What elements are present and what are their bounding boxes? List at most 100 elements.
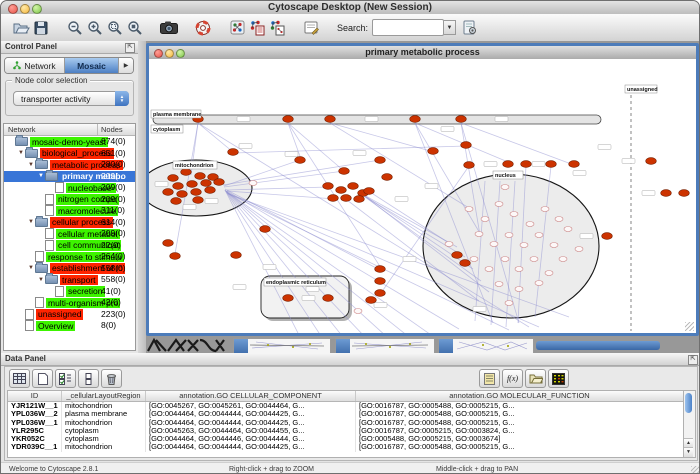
node[interactable] — [354, 309, 362, 314]
node[interactable] — [485, 267, 493, 272]
node[interactable] — [550, 243, 558, 248]
node[interactable] — [382, 174, 393, 181]
node[interactable] — [541, 207, 549, 212]
node[interactable] — [339, 168, 350, 175]
table-cell[interactable]: YPL036W__1 — [8, 419, 62, 427]
tree-expand-icon[interactable]: ▼ — [27, 265, 35, 271]
node[interactable] — [661, 190, 672, 197]
node[interactable] — [201, 180, 212, 187]
node[interactable] — [177, 191, 188, 198]
node[interactable] — [375, 278, 386, 285]
table-cell[interactable]: [GO:0016787, GO:0005215, GO:0003824, G..… — [356, 427, 684, 435]
tree-row[interactable]: cell communicat22(0) — [4, 240, 135, 252]
table-row[interactable]: YLR295Ccytoplasm[GO:0045263, GO:0044464,… — [8, 427, 684, 435]
node[interactable] — [526, 222, 534, 227]
table-cell[interactable]: cytoplasm — [62, 435, 146, 443]
table-row[interactable]: YPL036W__1mitochondrion[GO:0044464, GO:0… — [8, 419, 684, 427]
node[interactable] — [464, 162, 475, 169]
table-cell[interactable]: plasma membrane — [62, 410, 146, 418]
tree-row[interactable]: multi-organism pro42(0) — [4, 297, 135, 309]
node[interactable] — [461, 142, 472, 149]
new-attribute-icon[interactable] — [32, 369, 53, 388]
table-cell[interactable]: YPL036W__2 — [8, 410, 62, 418]
node[interactable] — [452, 252, 463, 259]
node[interactable] — [495, 282, 503, 287]
search-dropdown-icon[interactable]: ▼ — [444, 20, 456, 35]
select-attributes-icon[interactable] — [55, 369, 76, 388]
tree-row[interactable]: Overview8(0) — [4, 320, 135, 332]
node[interactable] — [575, 247, 583, 252]
table-cell[interactable]: [GO:0044464, GO:0044446, GO:0044444, G..… — [146, 435, 356, 443]
tree-expand-icon[interactable]: ▼ — [27, 162, 35, 168]
tab-network[interactable]: Network — [5, 58, 65, 73]
node[interactable] — [375, 157, 386, 164]
node[interactable] — [163, 240, 174, 247]
unselect-attributes-icon[interactable] — [78, 369, 99, 388]
node[interactable] — [191, 189, 202, 196]
node[interactable] — [501, 257, 509, 262]
node[interactable] — [490, 242, 498, 247]
table-cell[interactable]: YJR121W__1 — [8, 402, 62, 410]
tree-row[interactable]: ▼transport558(0) — [4, 274, 135, 286]
zoom-in-icon[interactable] — [85, 18, 105, 38]
node[interactable] — [456, 116, 467, 123]
node[interactable] — [336, 187, 347, 194]
table-cell[interactable]: [GO:0044464, GO:0044444, GO:0044425, G..… — [146, 443, 356, 451]
search-config-icon[interactable] — [460, 18, 480, 38]
tree-row[interactable]: ▼biological_process651(0) — [4, 148, 135, 160]
node[interactable] — [171, 198, 182, 205]
window-resize-grip[interactable] — [685, 322, 694, 331]
node[interactable] — [364, 188, 375, 195]
attribute-table-icon[interactable] — [9, 369, 30, 388]
node[interactable] — [348, 183, 359, 190]
node[interactable] — [323, 183, 334, 190]
network-canvas[interactable]: plasma membranecytoplasmmitochondrionnuc… — [149, 59, 696, 333]
node[interactable] — [366, 297, 377, 304]
table-row[interactable]: YPL036W__2plasma membrane[GO:0044464, GO… — [8, 410, 684, 418]
open-icon[interactable] — [11, 18, 31, 38]
node[interactable] — [475, 232, 483, 237]
table-cell[interactable]: cytoplasm — [62, 427, 146, 435]
table-cell[interactable]: YKR052C — [8, 435, 62, 443]
tree-row[interactable]: secretion41(0) — [4, 286, 135, 298]
zoom-selected-icon[interactable] — [105, 18, 125, 38]
node[interactable] — [646, 158, 657, 165]
column-header[interactable]: _cellularLayoutRegion — [62, 391, 146, 401]
node[interactable] — [283, 116, 294, 123]
tree-row[interactable]: ▼establishment of lo558(0) — [4, 263, 135, 275]
node[interactable] — [163, 189, 174, 196]
tab-mosaic[interactable]: Mosaic — [65, 58, 119, 73]
node[interactable] — [569, 161, 580, 168]
node[interactable] — [503, 161, 514, 168]
import-network-icon[interactable] — [247, 18, 267, 38]
minimized-logo-art[interactable] — [146, 337, 228, 353]
node[interactable] — [170, 253, 181, 260]
node[interactable] — [181, 169, 192, 176]
node[interactable] — [249, 181, 257, 186]
save-icon[interactable] — [31, 18, 51, 38]
attribute-list-icon[interactable] — [479, 369, 500, 388]
network-window-titlebar[interactable]: primary metabolic process — [149, 46, 696, 60]
tree-row[interactable]: cellular metabol209(0) — [4, 228, 135, 240]
node[interactable] — [187, 181, 198, 188]
tree-row[interactable]: response to stimulu264(0) — [4, 251, 135, 263]
node[interactable] — [325, 116, 336, 123]
table-row[interactable]: YDR039C__1mitochondrion[GO:0044464, GO:0… — [8, 443, 684, 451]
node[interactable] — [564, 227, 572, 232]
tree-row[interactable]: ▼cellular process614(0) — [4, 217, 135, 229]
scrollbar-thumb[interactable] — [685, 393, 692, 413]
color-attribute-select[interactable]: transporter activity ▲▼ — [13, 91, 129, 106]
node[interactable] — [173, 183, 184, 190]
table-cell[interactable]: YDR039C__1 — [8, 443, 62, 451]
tree-row[interactable]: nitrogen compo209(0) — [4, 194, 135, 206]
table-cell[interactable]: [GO:0044464, GO:0044444, GO:0044425, G..… — [146, 419, 356, 427]
node[interactable] — [328, 195, 339, 202]
node[interactable] — [375, 290, 386, 297]
node[interactable] — [535, 233, 543, 238]
tree-row[interactable]: ▼metabolic process280(0) — [4, 159, 135, 171]
node[interactable] — [521, 161, 532, 168]
tree-expand-icon[interactable]: ▼ — [37, 277, 45, 283]
node[interactable] — [602, 233, 613, 240]
node[interactable] — [505, 301, 513, 306]
node[interactable] — [428, 148, 439, 155]
